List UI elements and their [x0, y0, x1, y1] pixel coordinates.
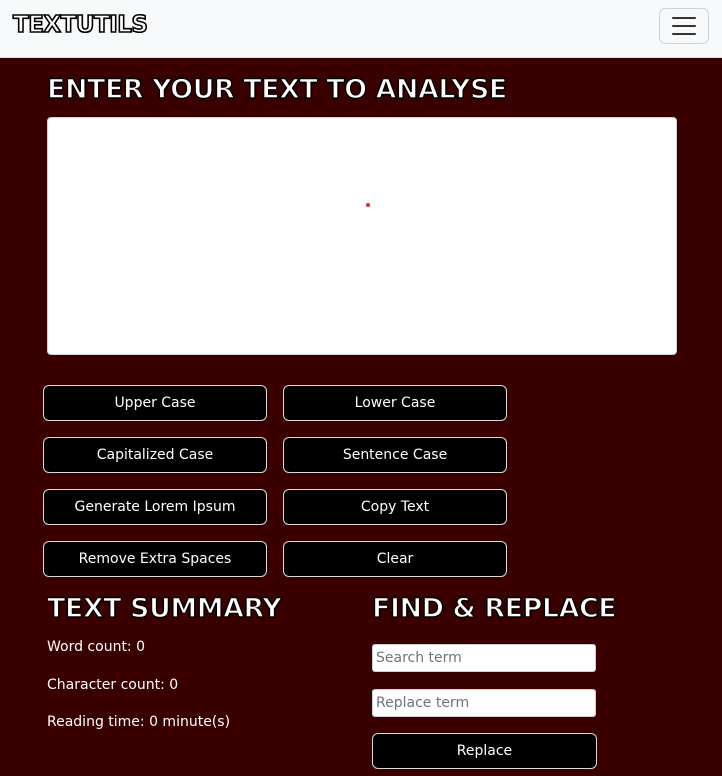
reading-time-value: 0 minute(s)	[149, 714, 231, 730]
remove-extra-spaces-button[interactable]: Remove Extra Spaces	[43, 541, 267, 577]
word-count-value: 0	[136, 639, 146, 655]
upper-case-button[interactable]: Upper Case	[43, 385, 267, 421]
main-content: ENTER YOUR TEXT TO ANALYSE Upper Case Lo…	[0, 58, 722, 776]
character-count: Character count: 0	[47, 677, 178, 693]
word-count-label: Word count:	[47, 639, 132, 655]
character-count-label: Character count:	[47, 677, 165, 693]
lower-case-button[interactable]: Lower Case	[283, 385, 507, 421]
character-count-value: 0	[169, 677, 179, 693]
word-count: Word count: 0	[47, 639, 145, 655]
cursor-indicator	[366, 203, 370, 207]
clear-button[interactable]: Clear	[283, 541, 507, 577]
sentence-case-button[interactable]: Sentence Case	[283, 437, 507, 473]
page-title: ENTER YOUR TEXT TO ANALYSE	[46, 73, 508, 105]
text-input-area[interactable]	[47, 117, 677, 355]
hamburger-menu-icon[interactable]	[659, 8, 709, 44]
reading-time: Reading time: 0 minute(s)	[47, 714, 230, 730]
replace-term-input[interactable]	[372, 689, 596, 717]
search-term-input[interactable]	[372, 644, 596, 672]
capitalized-case-button[interactable]: Capitalized Case	[43, 437, 267, 473]
copy-text-button[interactable]: Copy Text	[283, 489, 507, 525]
reading-time-label: Reading time:	[47, 714, 145, 730]
brand-logo[interactable]: TEXTUTILS	[12, 11, 149, 39]
replace-button[interactable]: Replace	[372, 733, 597, 769]
find-replace-heading: FIND & REPLACE	[371, 592, 617, 624]
generate-lorem-button[interactable]: Generate Lorem Ipsum	[43, 489, 267, 525]
summary-heading: TEXT SUMMARY	[46, 592, 282, 624]
navbar: TEXTUTILS	[0, 0, 722, 58]
